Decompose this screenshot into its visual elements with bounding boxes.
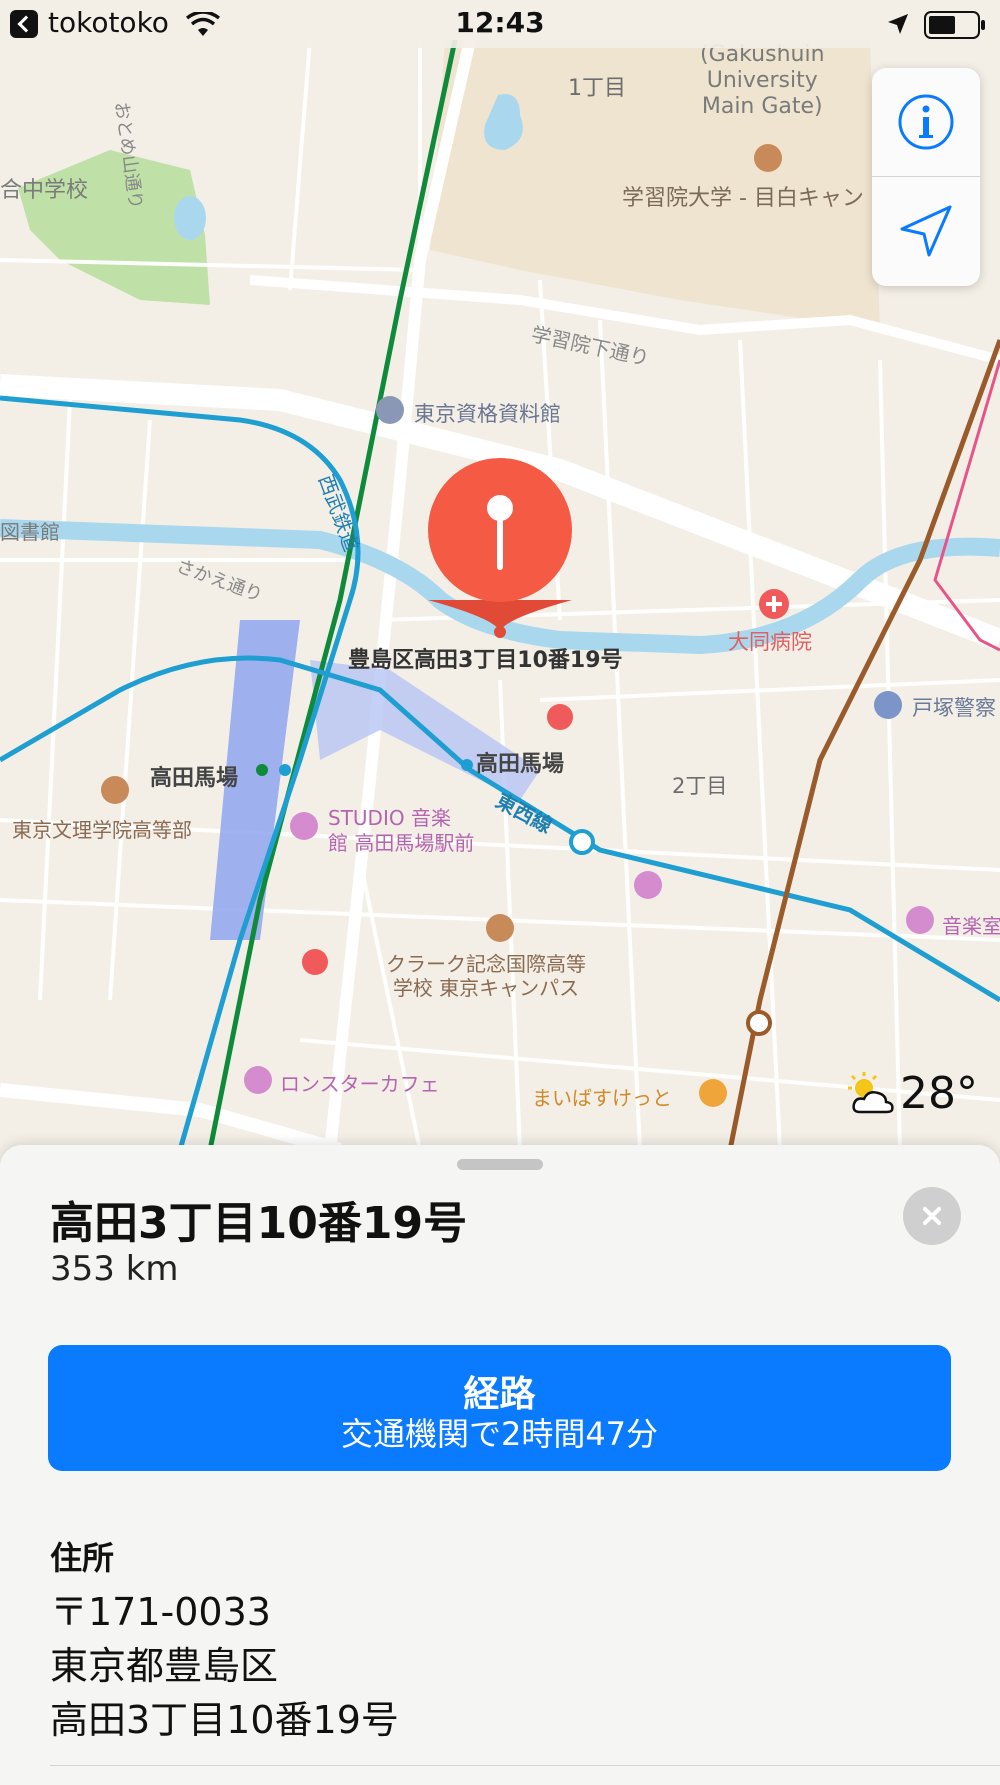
- close-button[interactable]: [903, 1187, 961, 1245]
- label-clark: クラーク記念国際高等 学校 東京キャンパス: [386, 952, 586, 1000]
- map-controls: [872, 68, 980, 286]
- label-studio: STUDIO 音楽 館 高田馬場駅前: [328, 806, 475, 855]
- label-1chome: 1丁目: [568, 76, 626, 101]
- info-button[interactable]: [872, 68, 980, 177]
- address-street[interactable]: 高田3丁目10番19号: [50, 1689, 399, 1744]
- directions-button[interactable]: 経路 交通機関で2時間47分: [48, 1345, 951, 1471]
- label-gakushuin: 学習院大学 - 目白キャン: [622, 186, 864, 211]
- label-ongaku: 音楽室: [942, 914, 1000, 938]
- label-gakushuin-en: (Gakushuin University Main Gate): [700, 42, 825, 119]
- address-postal[interactable]: 〒171-0033: [50, 1581, 271, 1636]
- weather-temperature: 28°: [900, 1068, 978, 1119]
- status-bar: tokotoko 12:43: [0, 0, 1000, 48]
- battery-icon: [924, 11, 985, 39]
- label-lonestar: ロンスターカフェ: [280, 1072, 440, 1096]
- label-station-west: 高田馬場: [150, 766, 239, 791]
- weather-widget: 28°: [838, 1062, 978, 1122]
- label-maiba: まいばすけっと: [532, 1086, 672, 1110]
- map-view[interactable]: 1丁目 (Gakushuin University Main Gate) 学習院…: [0, 0, 1000, 1150]
- label-bunri: 東京文理学院高等部: [12, 818, 192, 842]
- status-time: 12:43: [455, 6, 545, 39]
- label-library: 図書館: [0, 520, 60, 544]
- partly-cloudy-icon: [848, 1072, 894, 1114]
- label-police: 戸塚警察: [912, 696, 996, 720]
- pin-label: 豊島区高田3丁目10番19号: [348, 648, 623, 673]
- sheet-grabber[interactable]: [457, 1159, 543, 1170]
- label-hospital: 大同病院: [728, 630, 812, 654]
- label-2chome: 2丁目: [672, 774, 728, 798]
- label-shikaku: 東京資格資料館: [414, 402, 561, 426]
- address-city[interactable]: 東京都豊島区: [50, 1635, 278, 1690]
- place-distance: 353 km: [50, 1249, 179, 1289]
- directions-eta: 交通機関で2時間47分: [340, 1415, 659, 1453]
- divider: [50, 1765, 1000, 1766]
- info-icon: [898, 94, 954, 150]
- place-title: 高田3丁目10番19号: [50, 1198, 468, 1249]
- label-station-east: 高田馬場: [476, 752, 565, 777]
- address-heading: 住所: [50, 1539, 115, 1577]
- place-card: 高田3丁目10番19号 353 km 経路 交通機関で2時間47分 住所 〒17…: [0, 1145, 1000, 1785]
- current-location-button[interactable]: [872, 177, 980, 285]
- location-services-icon: [888, 14, 908, 34]
- label-school-left: 合中学校: [0, 178, 89, 203]
- location-arrow-icon: [900, 205, 952, 257]
